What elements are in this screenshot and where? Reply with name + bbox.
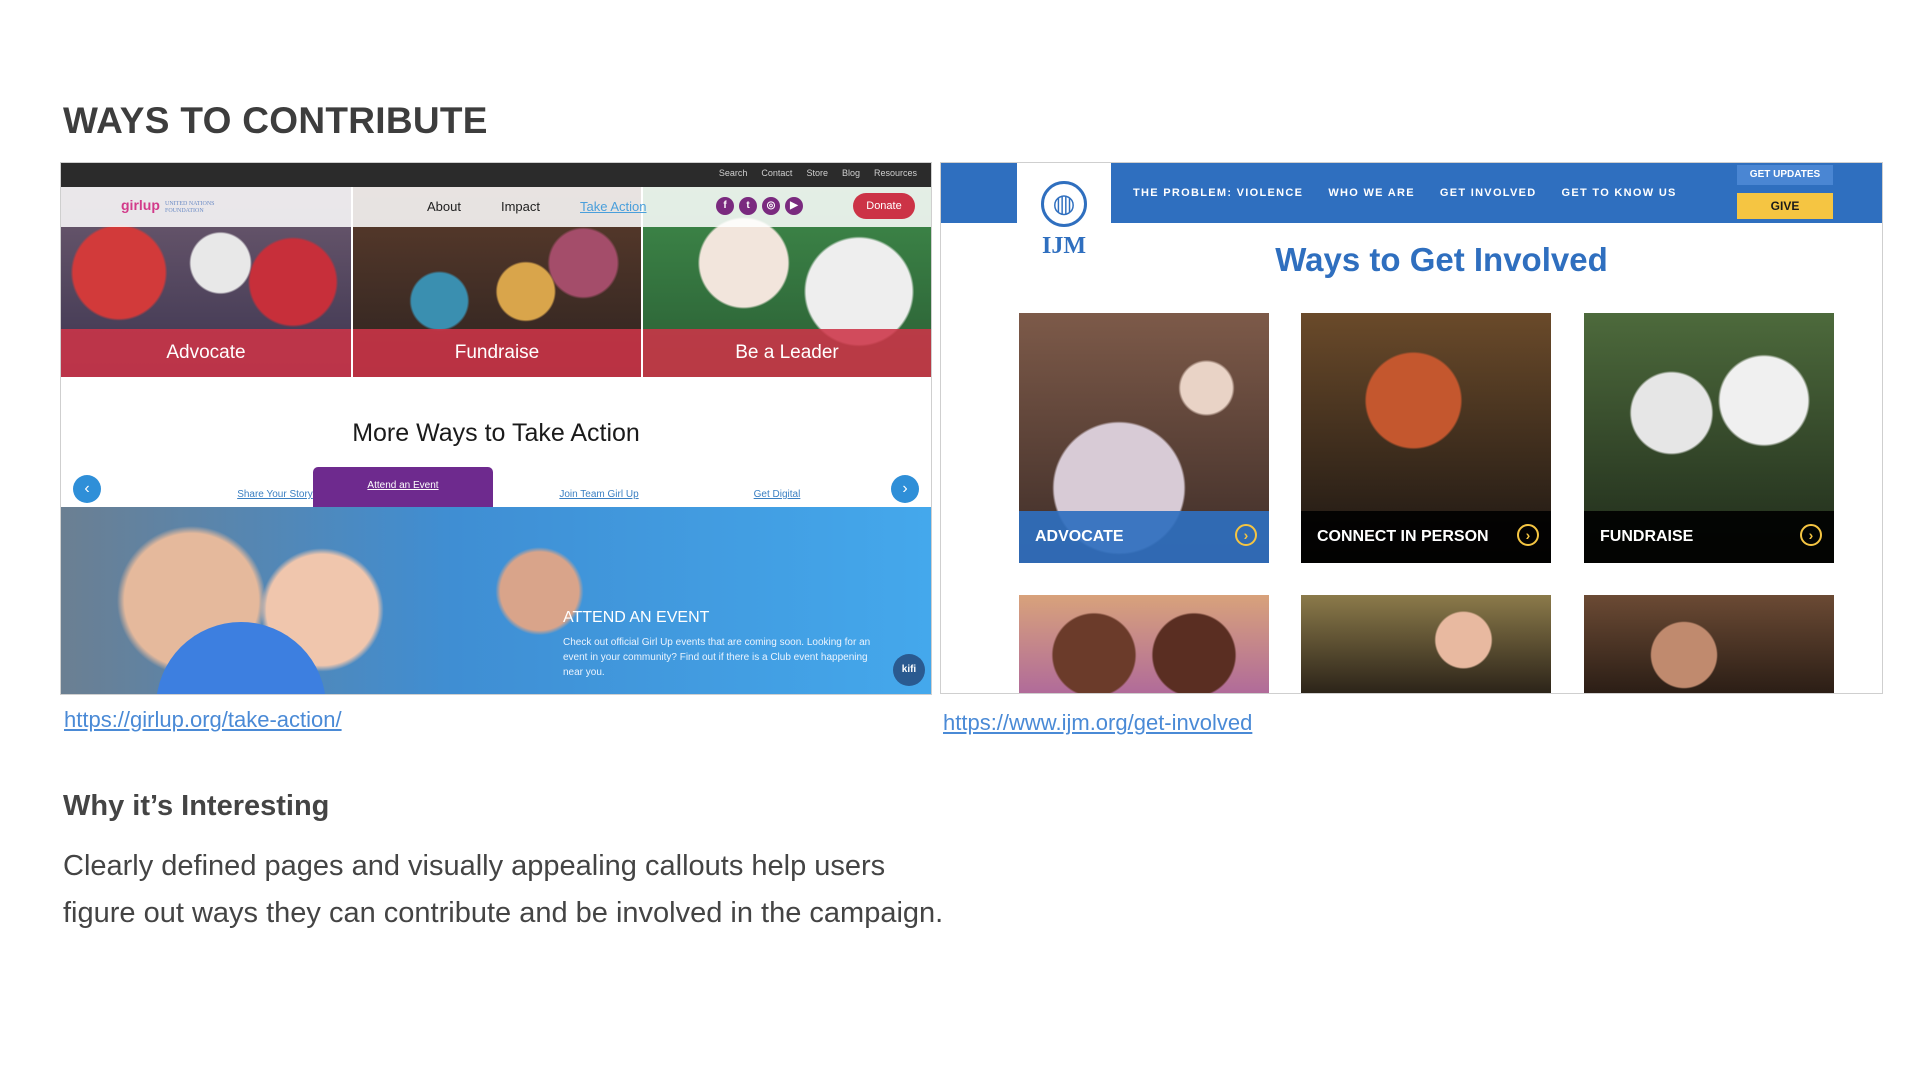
chevron-right-icon: › bbox=[1517, 524, 1539, 546]
slide-title: WAYS TO CONTRIBUTE bbox=[63, 100, 488, 141]
chevron-left-icon[interactable]: ‹ bbox=[73, 475, 101, 503]
ijm-card-row2-1[interactable] bbox=[1019, 595, 1269, 693]
donate-button[interactable]: Donate bbox=[853, 193, 915, 219]
prayer-photo bbox=[1584, 595, 1834, 693]
advocate-tile-label: Advocate bbox=[61, 329, 351, 377]
ijm-menu: THE PROBLEM: VIOLENCE WHO WE ARE GET INV… bbox=[1133, 187, 1677, 199]
girlup-store-link[interactable]: Store bbox=[806, 168, 828, 178]
girlup-menu: About Impact Take Action bbox=[427, 199, 647, 214]
girlup-logo[interactable]: girlup bbox=[121, 197, 160, 213]
event-description: Check out official Girl Up events that a… bbox=[563, 637, 871, 678]
ijm-card-row2-2[interactable] bbox=[1301, 595, 1551, 693]
get-updates-button[interactable]: GET UPDATES bbox=[1737, 165, 1833, 185]
action-tabs: ‹ Share Your Story Attend an Event Join … bbox=[61, 467, 931, 517]
globe-icon: ◍ bbox=[1041, 181, 1087, 227]
chevron-right-icon: › bbox=[1800, 524, 1822, 546]
girlup-url-link[interactable]: https://girlup.org/take-action/ bbox=[64, 707, 342, 733]
ijm-advocate-card[interactable]: ADVOCATE › bbox=[1019, 313, 1269, 563]
twitter-icon[interactable]: t bbox=[739, 197, 757, 215]
ijm-page-title: Ways to Get Involved bbox=[1275, 241, 1608, 278]
nav-about[interactable]: About bbox=[427, 199, 461, 214]
more-ways-heading: More Ways to Take Action bbox=[352, 419, 640, 447]
chevron-right-icon: › bbox=[1235, 524, 1257, 546]
event-photo-disc bbox=[156, 622, 326, 694]
un-foundation-logo: UNITED NATIONS FOUNDATION bbox=[165, 201, 215, 214]
advocate-card-text: ADVOCATE bbox=[1035, 528, 1124, 545]
event-title: ATTEND AN EVENT bbox=[563, 609, 710, 626]
give-button[interactable]: GIVE bbox=[1737, 193, 1833, 219]
attend-event-panel: ATTEND AN EVENT Check out official Girl … bbox=[61, 507, 931, 694]
connect-card-label: CONNECT IN PERSON › bbox=[1301, 511, 1551, 563]
ijm-connect-card[interactable]: CONNECT IN PERSON › bbox=[1301, 313, 1551, 563]
ijm-url-link[interactable]: https://www.ijm.org/get-involved bbox=[943, 710, 1252, 736]
nav-who-we-are[interactable]: WHO WE ARE bbox=[1328, 187, 1415, 199]
connect-card-text: CONNECT IN PERSON bbox=[1317, 528, 1489, 545]
girlup-screenshot: Search Contact Store Blog Resources Advo… bbox=[60, 162, 932, 695]
girlup-nav: girlup UNITED NATIONS FOUNDATION About I… bbox=[61, 187, 931, 227]
girlup-blog-link[interactable]: Blog bbox=[842, 168, 860, 178]
tab-join-team-girl-up[interactable]: Join Team Girl Up bbox=[529, 489, 669, 500]
social-icons: f t ◎ ▶ bbox=[716, 197, 803, 215]
kifi-badge[interactable]: kifi bbox=[893, 654, 925, 686]
girlup-utility-links: Search Contact Store Blog Resources bbox=[719, 168, 917, 178]
ijm-screenshot: THE PROBLEM: VIOLENCE WHO WE ARE GET INV… bbox=[940, 162, 1883, 694]
nav-get-to-know-us[interactable]: GET TO KNOW US bbox=[1562, 187, 1677, 199]
fundraise-card-label: FUNDRAISE › bbox=[1584, 511, 1834, 563]
nav-take-action[interactable]: Take Action bbox=[580, 199, 647, 214]
nav-get-involved[interactable]: GET INVOLVED bbox=[1440, 187, 1537, 199]
advocate-card-label: ADVOCATE › bbox=[1019, 511, 1269, 563]
chevron-right-icon[interactable]: › bbox=[891, 475, 919, 503]
instagram-icon[interactable]: ◎ bbox=[762, 197, 780, 215]
why-interesting-heading: Why it’s Interesting bbox=[63, 790, 330, 822]
fundraise-card-text: FUNDRAISE bbox=[1600, 528, 1694, 545]
girlup-contact-link[interactable]: Contact bbox=[761, 168, 792, 178]
facebook-icon[interactable]: f bbox=[716, 197, 734, 215]
girlup-resources-link[interactable]: Resources bbox=[874, 168, 917, 178]
tab-get-digital[interactable]: Get Digital bbox=[707, 489, 847, 500]
tab-attend-an-event[interactable]: Attend an Event bbox=[313, 467, 493, 517]
nav-the-problem[interactable]: THE PROBLEM: VIOLENCE bbox=[1133, 187, 1303, 199]
youtube-icon[interactable]: ▶ bbox=[785, 197, 803, 215]
nav-impact[interactable]: Impact bbox=[501, 199, 540, 214]
ijm-card-row2-3[interactable] bbox=[1584, 595, 1834, 693]
why-interesting-body: Clearly defined pages and visually appea… bbox=[63, 850, 944, 929]
be-a-leader-tile-label: Be a Leader bbox=[643, 329, 931, 377]
girlup-search-link[interactable]: Search bbox=[719, 168, 748, 178]
ijm-fundraise-card[interactable]: FUNDRAISE › bbox=[1584, 313, 1834, 563]
girlup-topbar: Search Contact Store Blog Resources bbox=[61, 163, 931, 187]
teacher-photo bbox=[1301, 595, 1551, 693]
fundraise-tile-label: Fundraise bbox=[353, 329, 641, 377]
children-photo bbox=[1019, 595, 1269, 693]
